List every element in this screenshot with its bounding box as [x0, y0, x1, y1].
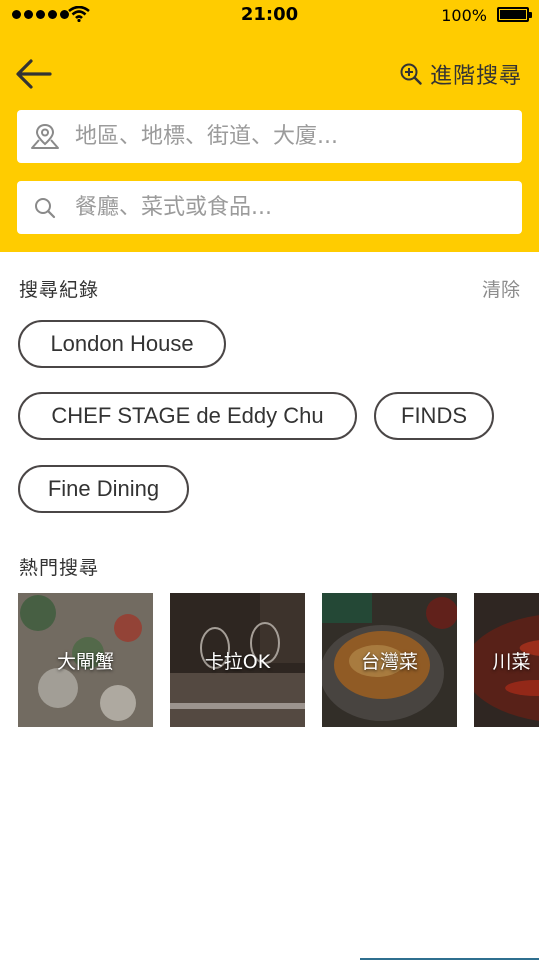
map-pin-icon — [31, 123, 59, 149]
zoom-in-icon — [400, 63, 422, 85]
popular-tile-label: 大閘蟹 — [56, 650, 114, 673]
search-history-title: 搜尋紀錄 — [19, 279, 100, 301]
advanced-search-label: 進階搜尋 — [429, 64, 522, 89]
popular-tile-sichuan[interactable]: 川菜 — [474, 593, 539, 727]
popular-search-title: 熱門搜尋 — [19, 557, 100, 579]
back-button[interactable] — [14, 56, 54, 92]
history-chip[interactable]: Fine Dining — [18, 465, 189, 513]
popular-tile-label: 卡拉OK — [204, 650, 271, 673]
advanced-search-button[interactable]: 進階搜尋 — [400, 58, 522, 90]
location-search-field[interactable] — [17, 110, 522, 163]
arrow-left-icon — [16, 59, 52, 89]
battery-icon — [497, 7, 532, 22]
history-chip[interactable]: FINDS — [374, 392, 494, 440]
popular-tile-hairy-crab[interactable]: 大閘蟹 — [18, 593, 153, 727]
search-icon — [35, 197, 56, 218]
popular-tile-karaoke[interactable]: 卡拉OK — [170, 593, 305, 727]
popular-tile-label: 川菜 — [492, 650, 531, 673]
clear-history-button[interactable]: 清除 — [482, 275, 520, 302]
history-chip[interactable]: London House — [18, 320, 226, 368]
history-chip[interactable]: CHEF STAGE de Eddy Chu — [18, 392, 357, 440]
location-search-input[interactable] — [75, 124, 495, 149]
food-search-input[interactable] — [75, 195, 495, 220]
popular-tile-taiwanese[interactable]: 台灣菜 — [322, 593, 457, 727]
battery-percentage: 100% — [441, 6, 487, 25]
popular-tile-label: 台灣菜 — [360, 650, 418, 673]
food-search-field[interactable] — [17, 181, 522, 234]
status-bar: 21:00 100% — [0, 0, 539, 32]
search-header: 21:00 100% 進階搜尋 — [0, 0, 539, 252]
